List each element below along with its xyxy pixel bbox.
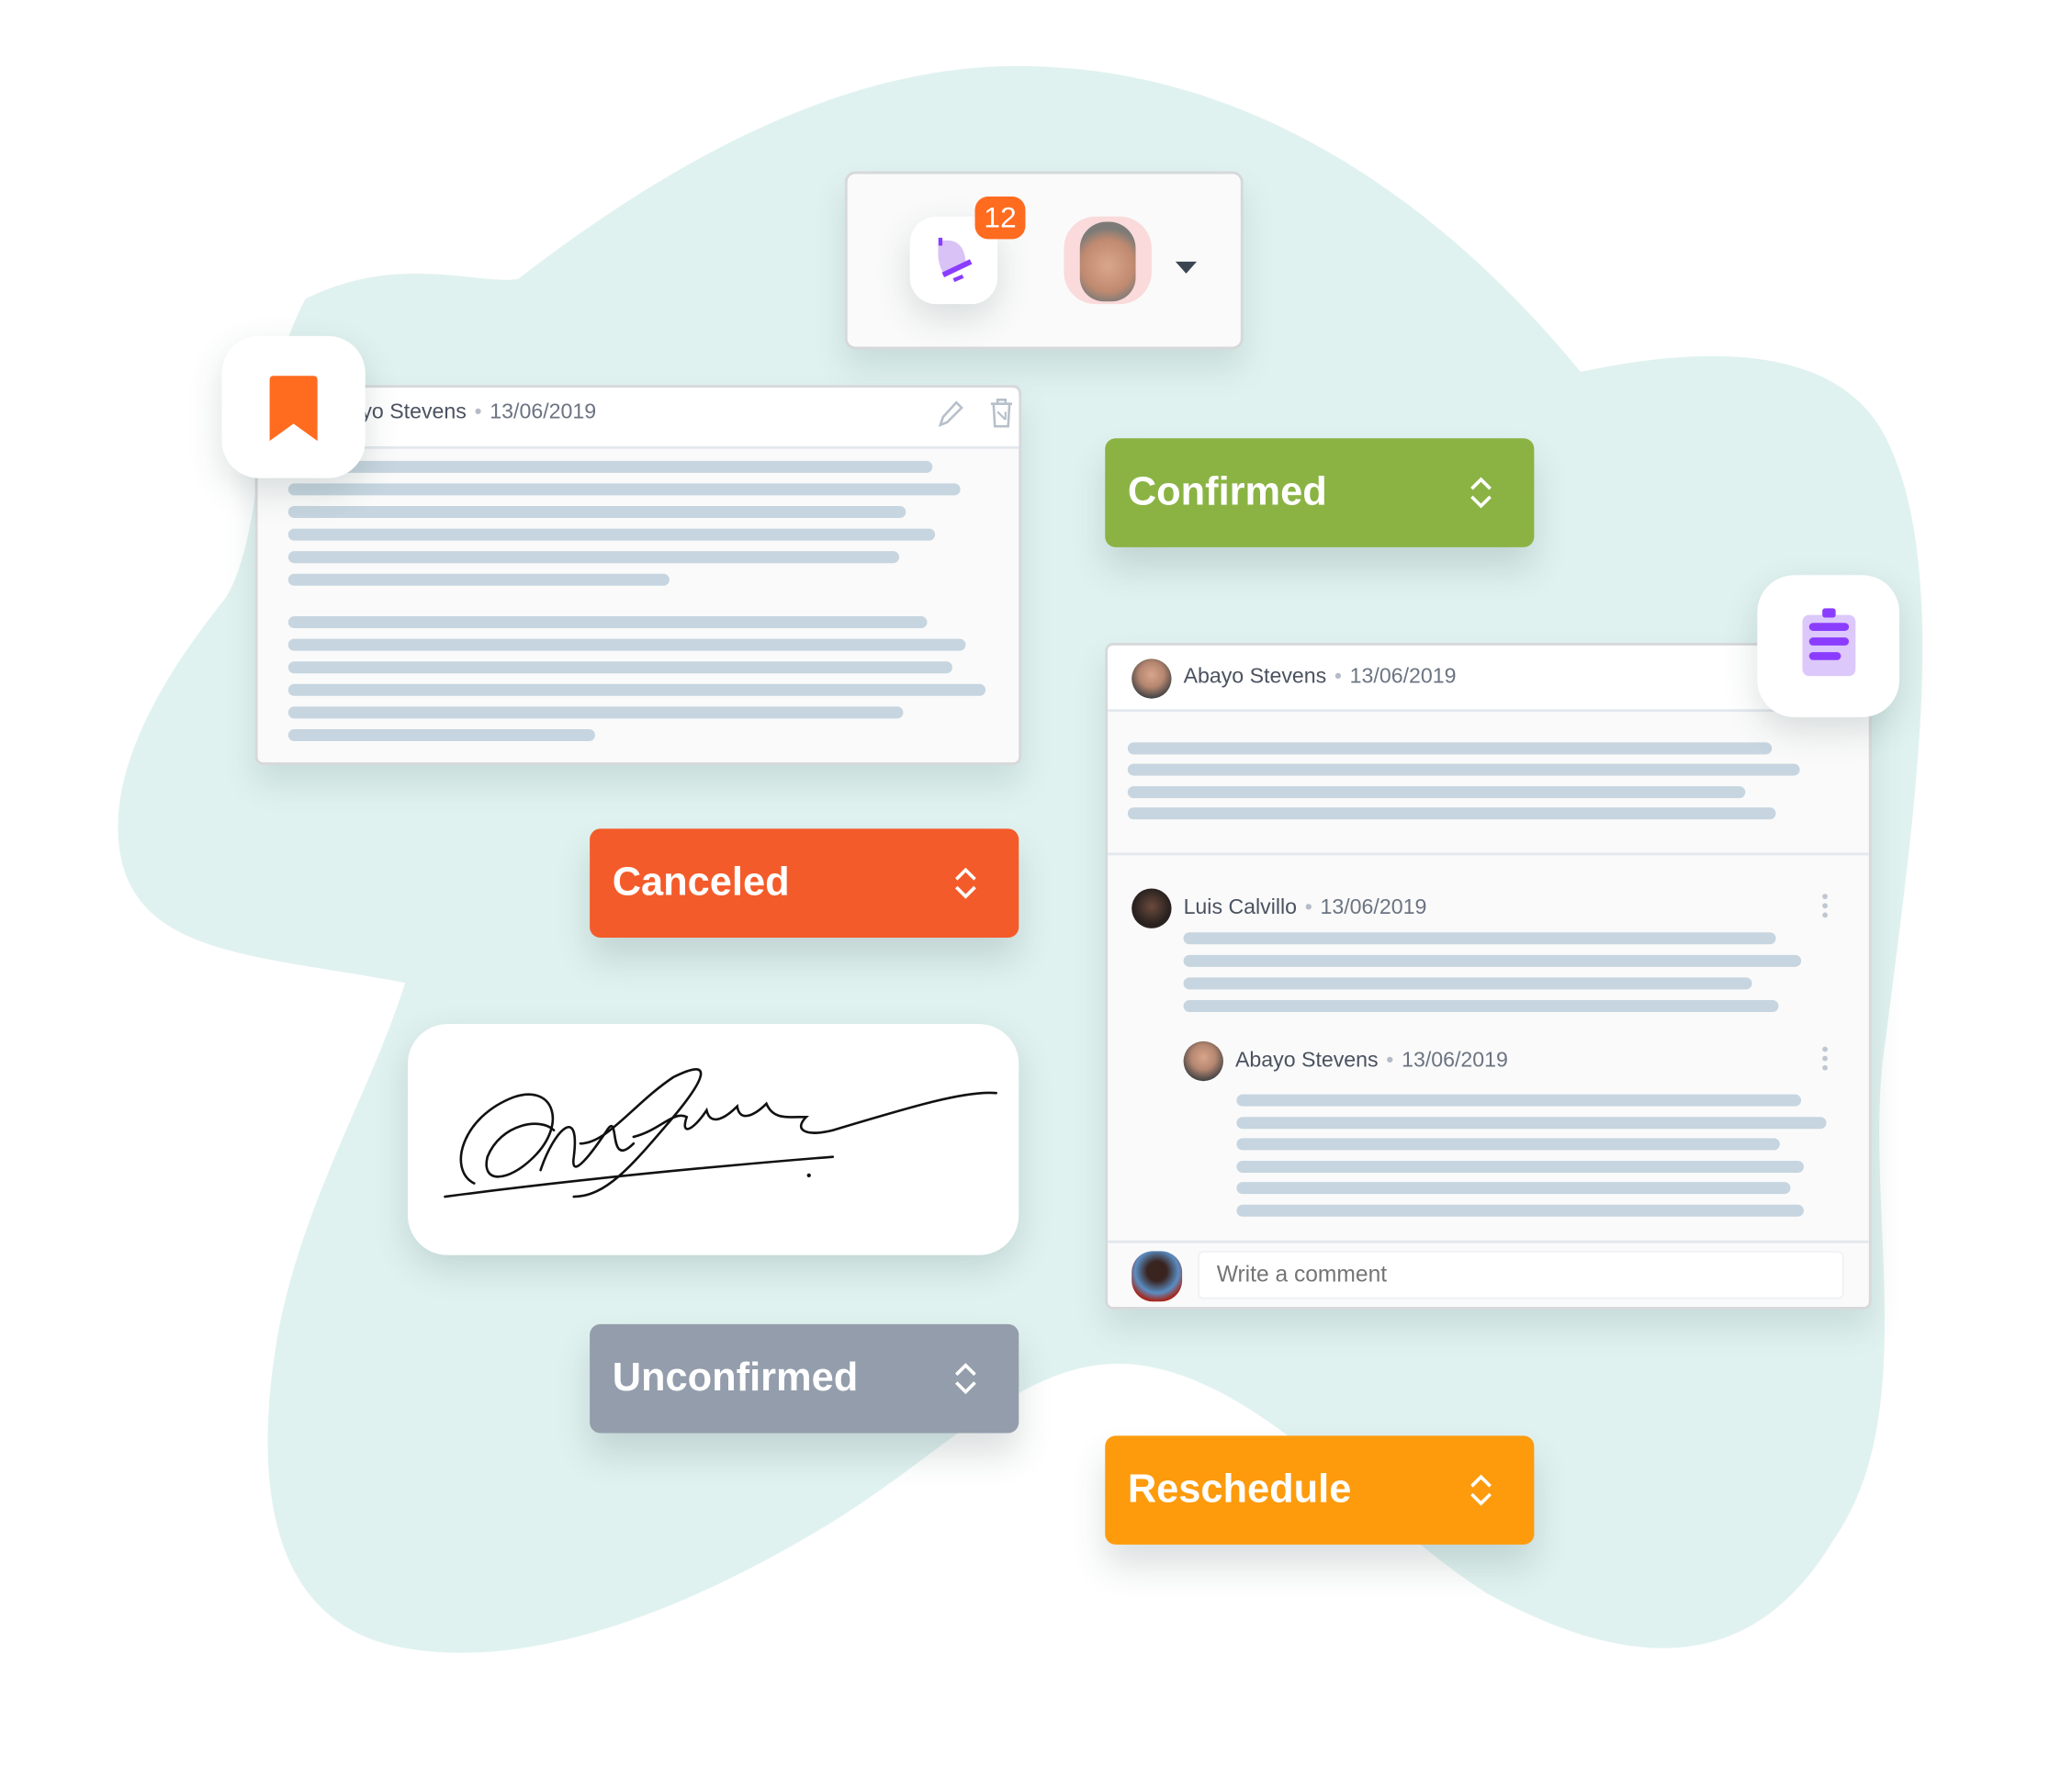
comment-input[interactable] xyxy=(1198,1251,1844,1299)
user-avatar[interactable] xyxy=(1064,216,1152,305)
comment-meta: Abayo Stevens • 13/06/2019 xyxy=(1234,1049,1508,1073)
chevron-up-down-icon xyxy=(954,867,976,899)
comments-panel: Abayo Stevens • 13/06/2019 Luis Calvillo • 1… xyxy=(1105,642,1872,1310)
clipboard-icon xyxy=(1802,608,1856,677)
author-name: Luis Calvillo xyxy=(1183,896,1298,919)
chevron-up-down-icon xyxy=(1470,477,1492,509)
author-name: yo Stevens xyxy=(361,400,467,424)
caret-down-icon[interactable] xyxy=(1174,260,1198,276)
status-select-confirmed[interactable]: Confirmed xyxy=(1105,438,1535,547)
notification-badge: 12 xyxy=(974,197,1026,240)
more-options-icon[interactable] xyxy=(1822,1046,1828,1074)
notification-header: 12 xyxy=(844,171,1244,350)
author-avatar xyxy=(1132,658,1172,699)
status-select-canceled[interactable]: Canceled xyxy=(590,828,1019,939)
trash-icon[interactable] xyxy=(985,396,1018,431)
chevron-up-down-icon xyxy=(1470,1474,1492,1506)
bookmark-icon xyxy=(269,376,318,442)
status-label: Confirmed xyxy=(1127,469,1327,514)
bookmark-button[interactable] xyxy=(221,335,366,478)
post-date: 13/06/2019 xyxy=(490,400,597,424)
status-select-unconfirmed[interactable]: Unconfirmed xyxy=(590,1323,1019,1434)
signature-image xyxy=(444,1068,997,1198)
signature-card xyxy=(407,1024,1019,1255)
comment-date: 13/06/2019 xyxy=(1402,1049,1508,1073)
chevron-up-down-icon xyxy=(954,1363,976,1395)
commenter-avatar xyxy=(1132,888,1172,928)
status-label: Unconfirmed xyxy=(612,1355,859,1400)
clipboard-button[interactable] xyxy=(1757,575,1900,717)
author-name: Abayo Stevens xyxy=(1234,1049,1379,1073)
document-card: yo Stevens • 13/06/2019 xyxy=(254,385,1022,766)
pencil-icon[interactable] xyxy=(935,399,964,431)
post-meta: Abayo Stevens • 13/06/2019 xyxy=(1183,665,1457,689)
status-label: Reschedule xyxy=(1127,1468,1352,1512)
status-label: Canceled xyxy=(612,861,790,905)
stage: 12 yo Stevens • 13/06/2019 Confirmed Cance… xyxy=(0,0,2072,1766)
more-options-icon[interactable] xyxy=(1822,894,1828,921)
commenter-avatar xyxy=(1183,1040,1223,1082)
document-meta: yo Stevens • 13/06/2019 xyxy=(361,400,597,424)
comment-date: 13/06/2019 xyxy=(1320,896,1427,919)
post-date: 13/06/2019 xyxy=(1349,665,1457,689)
author-name: Abayo Stevens xyxy=(1183,665,1327,689)
status-select-reschedule[interactable]: Reschedule xyxy=(1105,1435,1535,1545)
current-user-avatar xyxy=(1132,1251,1183,1302)
comment-meta: Luis Calvillo • 13/06/2019 xyxy=(1183,896,1427,919)
